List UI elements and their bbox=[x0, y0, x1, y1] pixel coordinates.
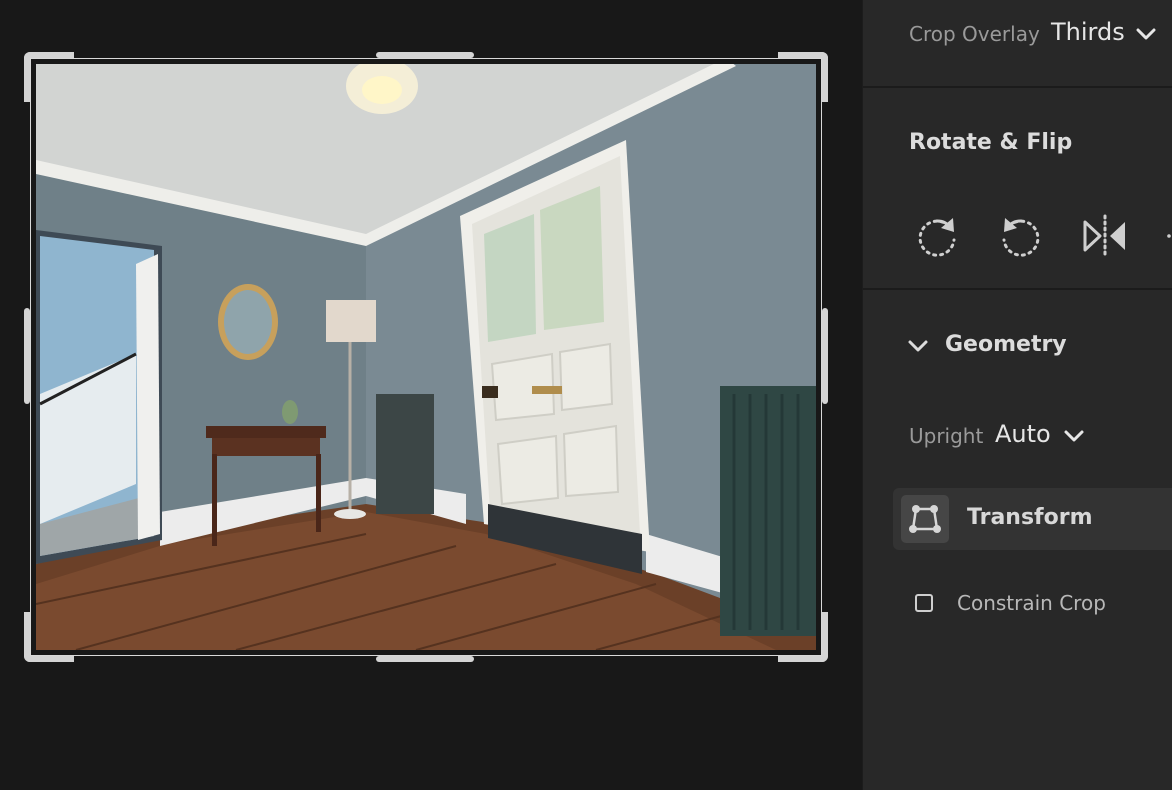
transform-button[interactable]: Transform bbox=[893, 488, 1172, 550]
upright-dropdown[interactable]: Auto bbox=[995, 420, 1051, 448]
crop-overlay-dropdown[interactable]: Thirds bbox=[1051, 18, 1125, 46]
flip-vertical-icon[interactable] bbox=[1161, 212, 1172, 260]
crop-handle-bottom-right[interactable] bbox=[778, 612, 828, 662]
crop-editor: Crop Overlay Thirds Rotate & Flip Geomet… bbox=[0, 0, 1172, 790]
rotate-clockwise-icon[interactable] bbox=[913, 212, 961, 260]
image-canvas bbox=[0, 0, 862, 790]
crop-settings-panel: Crop Overlay Thirds Rotate & Flip Geomet… bbox=[862, 0, 1172, 790]
upright-label: Upright bbox=[909, 424, 984, 448]
crop-handle-top[interactable] bbox=[376, 52, 474, 58]
geometry-heading[interactable]: Geometry bbox=[945, 332, 1067, 357]
crop-overlay-label: Crop Overlay bbox=[909, 22, 1040, 46]
crop-handle-top-right[interactable] bbox=[778, 52, 828, 102]
chevron-down-icon[interactable] bbox=[907, 338, 929, 354]
crop-handle-top-left[interactable] bbox=[24, 52, 74, 102]
crop-handle-bottom-left[interactable] bbox=[24, 612, 74, 662]
crop-handle-bottom[interactable] bbox=[376, 656, 474, 662]
chevron-down-icon[interactable] bbox=[1135, 26, 1157, 42]
chevron-down-icon[interactable] bbox=[1063, 428, 1085, 444]
photo-image bbox=[36, 64, 816, 650]
constrain-crop-label[interactable]: Constrain Crop bbox=[957, 591, 1106, 615]
transform-label: Transform bbox=[967, 505, 1093, 530]
flip-horizontal-icon[interactable] bbox=[1081, 212, 1129, 260]
rotate-flip-heading: Rotate & Flip bbox=[909, 130, 1073, 155]
crop-handle-left[interactable] bbox=[24, 308, 30, 404]
rotate-counterclockwise-icon[interactable] bbox=[997, 212, 1045, 260]
crop-area[interactable] bbox=[24, 52, 828, 662]
crop-overlay-row: Crop Overlay Thirds bbox=[863, 0, 1172, 86]
transform-icon bbox=[901, 495, 949, 543]
constrain-crop-checkbox[interactable] bbox=[915, 594, 933, 612]
photo-hallway bbox=[36, 64, 816, 650]
rotate-flip-section: Rotate & Flip bbox=[863, 88, 1172, 288]
crop-handle-right[interactable] bbox=[822, 308, 828, 404]
